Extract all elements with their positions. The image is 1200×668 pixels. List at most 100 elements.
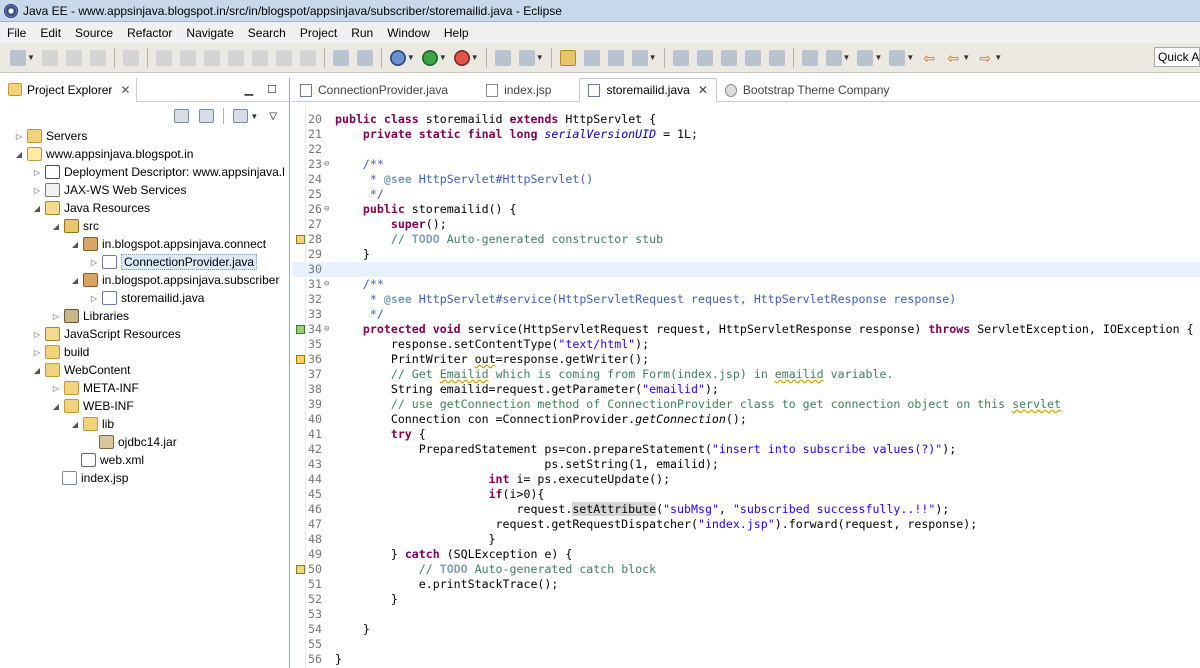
code-text-area[interactable]: 20 public class storemailid extends HttpS…: [292, 102, 1200, 668]
code-line[interactable]: 43 ps.setString(1, emailid);: [292, 457, 1200, 472]
code-line[interactable]: 28 // TODO Auto-generated constructor st…: [292, 232, 1200, 247]
code-line[interactable]: 38 String emailid=request.getParameter("…: [292, 382, 1200, 397]
tree-item-webcontent[interactable]: ◢ WebContent: [0, 361, 289, 379]
code-line[interactable]: 53: [292, 607, 1200, 622]
tree-item-lib[interactable]: ◢ lib: [0, 415, 289, 433]
pen-icon[interactable]: [696, 49, 713, 66]
fold-toggle-icon[interactable]: ⊖: [324, 157, 334, 172]
fold-toggle-icon[interactable]: ⊖: [324, 277, 334, 292]
tree-item-project[interactable]: ◢ www.appsinjava.blogspot.in: [0, 145, 289, 163]
tab-bootstrap-theme-company[interactable]: Bootstrap Theme Company: [717, 79, 898, 101]
menu-refactor[interactable]: Refactor: [120, 26, 179, 40]
skip-breakpoints-icon[interactable]: [122, 49, 139, 66]
back-dropdown-icon[interactable]: ▼: [962, 53, 970, 62]
code-line[interactable]: 54 }: [292, 622, 1200, 637]
run-dropdown-icon[interactable]: ▼: [439, 53, 447, 62]
expand-icon[interactable]: ▷: [89, 258, 99, 267]
back-icon[interactable]: ⇦: [945, 50, 961, 66]
suspend-icon[interactable]: [179, 49, 196, 66]
external-tools-icon[interactable]: [453, 49, 470, 66]
close-icon[interactable]: ✕: [120, 83, 130, 97]
menu-project[interactable]: Project: [293, 26, 344, 40]
tree-item-storemailid-java[interactable]: ▷ storemailid.java: [0, 289, 289, 307]
step-over-icon[interactable]: [275, 49, 292, 66]
tree-item-java-resources[interactable]: ◢ Java Resources: [0, 199, 289, 217]
new-dropdown-icon[interactable]: ▼: [27, 53, 35, 62]
collapse-icon[interactable]: ◢: [51, 222, 61, 231]
new-icon[interactable]: [10, 49, 26, 66]
last-edit-icon[interactable]: ⇦: [921, 50, 937, 66]
collapse-icon[interactable]: ◢: [70, 276, 80, 285]
collapse-icon[interactable]: ◢: [70, 240, 80, 249]
build-icon[interactable]: [631, 49, 648, 66]
tree-item-connectionprovider-java[interactable]: ▷ ConnectionProvider.java: [0, 253, 289, 271]
code-line[interactable]: 20 public class storemailid extends HttpS…: [292, 112, 1200, 127]
run-icon[interactable]: [421, 49, 438, 66]
menu-edit[interactable]: Edit: [33, 26, 68, 40]
next-annotation-dropdown-icon[interactable]: ▼: [874, 53, 882, 62]
annotation-icon[interactable]: [825, 49, 842, 66]
tab-project-explorer[interactable]: Project Explorer ✕: [0, 77, 138, 102]
new-class-dropdown-icon[interactable]: ▼: [536, 53, 544, 62]
tab-connectionprovider-java[interactable]: ConnectionProvider.java: [292, 79, 456, 101]
next-annotation-icon[interactable]: [857, 49, 874, 66]
forward-icon[interactable]: ⇨: [977, 50, 993, 66]
code-line[interactable]: 24 * @see HttpServlet#HttpServlet(): [292, 172, 1200, 187]
menu-search[interactable]: Search: [241, 26, 293, 40]
highlight-icon[interactable]: [720, 49, 737, 66]
tree-item-src[interactable]: ◢ src: [0, 217, 289, 235]
close-icon[interactable]: ✕: [698, 83, 708, 97]
disconnect-icon[interactable]: [227, 49, 244, 66]
code-line[interactable]: 52 }: [292, 592, 1200, 607]
open-task-icon[interactable]: [356, 49, 373, 66]
resume-icon[interactable]: [155, 49, 172, 66]
code-line[interactable]: 30: [292, 262, 1200, 277]
code-line[interactable]: 56}: [292, 652, 1200, 667]
save-all-icon[interactable]: [65, 49, 82, 66]
view-menu-icon[interactable]: ▽: [269, 111, 277, 122]
menu-source[interactable]: Source: [68, 26, 120, 40]
code-line[interactable]: 37 // Get Emailid which is coming from F…: [292, 367, 1200, 382]
tree-item-package-subscriber[interactable]: ◢ in.blogspot.appsinjava.subscriber: [0, 271, 289, 289]
quick-access-field[interactable]: Quick A: [1154, 47, 1200, 67]
collapse-icon[interactable]: ◢: [32, 366, 42, 375]
build-dropdown-icon[interactable]: ▼: [649, 53, 657, 62]
code-line[interactable]: 46 request.setAttribute("subMsg", "subsc…: [292, 502, 1200, 517]
fold-toggle-icon[interactable]: ⊖: [324, 322, 334, 337]
code-line[interactable]: 47 request.getRequestDispatcher("index.j…: [292, 517, 1200, 532]
annotation-dropdown-icon[interactable]: ▼: [843, 53, 851, 62]
collapse-icon[interactable]: ◢: [51, 402, 61, 411]
step-into-icon[interactable]: [251, 49, 268, 66]
view-options-icon[interactable]: [233, 109, 249, 123]
new-java-project-icon[interactable]: [494, 49, 511, 66]
link-with-editor-icon[interactable]: [199, 109, 215, 123]
expand-icon[interactable]: ▷: [32, 168, 42, 177]
debug-icon[interactable]: [389, 49, 406, 66]
maximize-icon[interactable]: ☐: [267, 83, 277, 96]
open-folder-icon[interactable]: [559, 49, 576, 66]
code-line[interactable]: 50 // TODO Auto-generated catch block: [292, 562, 1200, 577]
code-line[interactable]: 31 ⊖ /**: [292, 277, 1200, 292]
expand-icon[interactable]: ▷: [14, 132, 24, 141]
code-line[interactable]: 40 Connection con =ConnectionProvider.ge…: [292, 412, 1200, 427]
tree-item-web-inf[interactable]: ◢ WEB-INF: [0, 397, 289, 415]
open-type-icon[interactable]: [332, 49, 349, 66]
warning-marker-icon[interactable]: [296, 355, 305, 364]
tree-item-deployment-descriptor[interactable]: ▷ Deployment Descriptor: www.appsinjava.…: [0, 163, 289, 181]
menu-navigate[interactable]: Navigate: [179, 26, 240, 40]
external-tools-dropdown-icon[interactable]: ▼: [471, 53, 479, 62]
override-marker-icon[interactable]: [296, 325, 305, 334]
code-line[interactable]: 36 PrintWriter out=response.getWriter();: [292, 352, 1200, 367]
expand-icon[interactable]: ▷: [51, 384, 61, 393]
menu-run[interactable]: Run: [344, 26, 380, 40]
code-line[interactable]: 39 // use getConnection method of Connec…: [292, 397, 1200, 412]
code-line[interactable]: 33 */: [292, 307, 1200, 322]
fold-toggle-icon[interactable]: ⊖: [324, 202, 334, 217]
tree-item-web-xml[interactable]: web.xml: [0, 451, 289, 469]
expand-icon[interactable]: ▷: [89, 294, 99, 303]
task-marker-icon[interactable]: [296, 565, 305, 574]
tree-item-javascript-resources[interactable]: ▷ JavaScript Resources: [0, 325, 289, 343]
forward-dropdown-icon[interactable]: ▼: [994, 53, 1002, 62]
expand-icon[interactable]: ▷: [51, 312, 61, 321]
code-line[interactable]: 48 }: [292, 532, 1200, 547]
